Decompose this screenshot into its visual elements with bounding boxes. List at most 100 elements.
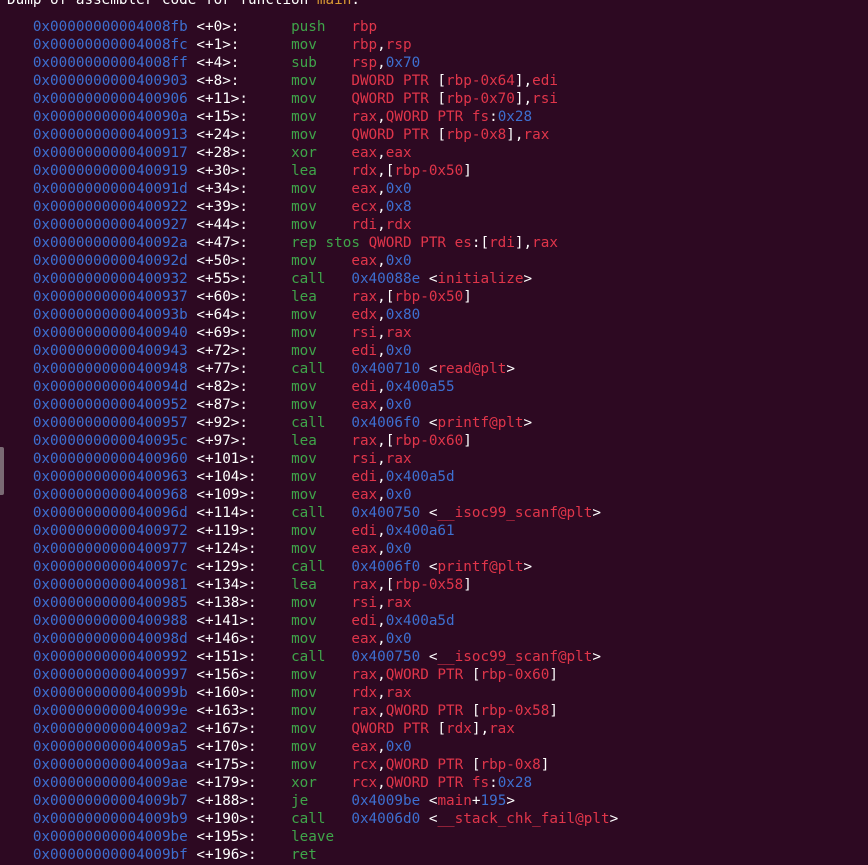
instruction-mnemonic: mov bbox=[291, 595, 317, 611]
disassembly-line: 0x00000000004009a2 <+167>: mov QWORD PTR… bbox=[7, 720, 618, 738]
operand-register: rbp-0x70 bbox=[446, 91, 515, 107]
operand-number: 0x0 bbox=[385, 253, 412, 269]
instruction-address: 0x000000000040090a bbox=[32, 109, 188, 125]
operand-punct: [ bbox=[437, 91, 447, 107]
instruction-address: 0x000000000040091d bbox=[32, 181, 188, 197]
operand-register: rbp bbox=[351, 19, 378, 35]
operand-punct: , bbox=[377, 343, 386, 359]
operand-punct: [ bbox=[437, 721, 447, 737]
operand-number: 0x4009be bbox=[351, 793, 421, 809]
operand-symbol: read@plt bbox=[437, 361, 507, 377]
instruction-offset: <+64>: bbox=[196, 307, 249, 323]
operand-punct: ] bbox=[463, 289, 472, 305]
operand-number: 0x0 bbox=[385, 739, 412, 755]
disassembly-header: Dump of assembler code for function main… bbox=[7, 0, 360, 9]
instruction-offset: <+156>: bbox=[196, 667, 257, 683]
operand-number: 0x4006f0 bbox=[351, 415, 421, 431]
operand-register: rbp-0x60 bbox=[394, 433, 464, 449]
disassembly-line: 0x00000000004008fb <+0>: push rbp bbox=[7, 18, 618, 36]
instruction-offset: <+175>: bbox=[196, 757, 257, 773]
operand-register: rbp-0x58 bbox=[394, 577, 464, 593]
instruction-address: 0x0000000000400906 bbox=[32, 91, 188, 107]
instruction-offset: <+69>: bbox=[196, 325, 249, 341]
operand-register: rdx bbox=[351, 685, 378, 701]
operand-punct: , bbox=[377, 379, 386, 395]
disassembly-line: 0x0000000000400968 <+109>: mov eax,0x0 bbox=[7, 486, 618, 504]
instruction-offset: <+163>: bbox=[196, 703, 257, 719]
operand-punct: > bbox=[609, 811, 619, 827]
instruction-mnemonic: mov bbox=[291, 721, 317, 737]
instruction-address: 0x0000000000400985 bbox=[32, 595, 188, 611]
disassembly-line: 0x0000000000400985 <+138>: mov rsi,rax bbox=[7, 594, 618, 612]
operand-punct: , bbox=[377, 145, 386, 161]
disassembly-line: 0x0000000000400960 <+101>: mov rsi,rax bbox=[7, 450, 618, 468]
operand-register: eax bbox=[351, 487, 378, 503]
instruction-mnemonic: call bbox=[291, 649, 326, 665]
operand-symbol: __stack_chk_fail@plt bbox=[437, 811, 610, 827]
operand-register: rcx bbox=[351, 775, 378, 791]
disassembly-line: 0x0000000000400927 <+44>: mov rdi,rdx bbox=[7, 216, 618, 234]
disassembly-line: 0x0000000000400948 <+77>: call 0x400710 … bbox=[7, 360, 618, 378]
operand-register: edi bbox=[351, 469, 378, 485]
operand-register: QWORD PTR bbox=[385, 667, 472, 683]
scrollbar-handle[interactable] bbox=[0, 447, 4, 495]
disassembly-line: 0x00000000004009b9 <+190>: call 0x4006d0… bbox=[7, 810, 618, 828]
instruction-offset: <+92>: bbox=[196, 415, 249, 431]
instruction-address: 0x0000000000400943 bbox=[32, 343, 188, 359]
instruction-address: 0x00000000004008fc bbox=[32, 37, 188, 53]
instruction-offset: <+60>: bbox=[196, 289, 249, 305]
disassembly-line: 0x00000000004009a5 <+170>: mov eax,0x0 bbox=[7, 738, 618, 756]
terminal-window[interactable]: Dump of assembler code for function main… bbox=[0, 0, 868, 865]
operand-register: rax bbox=[523, 127, 550, 143]
instruction-mnemonic: call bbox=[291, 811, 326, 827]
operand-punct: ] bbox=[463, 577, 472, 593]
operand-register: rcx bbox=[351, 757, 378, 773]
instruction-address: 0x00000000004008ff bbox=[32, 55, 188, 71]
operand-punct: , bbox=[377, 325, 386, 341]
operand-punct: , bbox=[377, 199, 386, 215]
operand-register: edi bbox=[351, 523, 378, 539]
operand-punct: , bbox=[377, 667, 386, 683]
instruction-offset: <+170>: bbox=[196, 739, 257, 755]
operand-number: 0x400a55 bbox=[385, 379, 455, 395]
operand-punct: ] bbox=[463, 163, 472, 179]
operand-number: 0x0 bbox=[385, 397, 412, 413]
operand-symbol: __isoc99_scanf@plt bbox=[437, 505, 593, 521]
operand-punct: , bbox=[377, 613, 386, 629]
instruction-mnemonic: mov bbox=[291, 487, 317, 503]
operand-register: rax bbox=[351, 667, 378, 683]
operand-register: rsi bbox=[532, 91, 558, 107]
operand-punct: < bbox=[420, 649, 438, 665]
operand-register: rax bbox=[385, 595, 412, 611]
operand-register: QWORD PTR bbox=[385, 703, 472, 719]
operand-register: eax bbox=[351, 739, 378, 755]
disassembly-line: 0x000000000040092a <+47>: rep stos QWORD… bbox=[7, 234, 618, 252]
instruction-address: 0x0000000000400952 bbox=[32, 397, 188, 413]
instruction-mnemonic: mov bbox=[291, 685, 317, 701]
instruction-mnemonic: mov bbox=[291, 73, 317, 89]
operand-register: DWORD PTR bbox=[351, 73, 438, 89]
instruction-address: 0x0000000000400903 bbox=[32, 73, 188, 89]
operand-register: es bbox=[454, 235, 472, 251]
instruction-address: 0x000000000040092a bbox=[32, 235, 188, 251]
instruction-mnemonic: push bbox=[291, 19, 326, 35]
instruction-mnemonic: lea bbox=[291, 433, 317, 449]
disassembly-line: 0x00000000004009bf <+196>: ret bbox=[7, 846, 618, 864]
instruction-address: 0x0000000000400922 bbox=[32, 199, 188, 215]
instruction-address: 0x000000000040095c bbox=[32, 433, 188, 449]
instruction-offset: <+196>: bbox=[196, 847, 257, 863]
instruction-offset: <+160>: bbox=[196, 685, 257, 701]
operand-register: rsp bbox=[385, 37, 412, 53]
instruction-mnemonic: rep stos bbox=[291, 235, 360, 251]
instruction-address: 0x000000000040092d bbox=[32, 253, 188, 269]
instruction-address: 0x000000000040099e bbox=[32, 703, 188, 719]
instruction-mnemonic: mov bbox=[291, 523, 317, 539]
disassembly-line: 0x000000000040099b <+160>: mov rdx,rax bbox=[7, 684, 618, 702]
operand-punct: < bbox=[420, 811, 438, 827]
instruction-address: 0x0000000000400981 bbox=[32, 577, 188, 593]
instruction-offset: <+15>: bbox=[196, 109, 249, 125]
operand-symbol: main bbox=[437, 793, 472, 809]
instruction-address: 0x0000000000400997 bbox=[32, 667, 188, 683]
operand-register: rax bbox=[532, 235, 558, 251]
operand-register: rax bbox=[351, 289, 378, 305]
